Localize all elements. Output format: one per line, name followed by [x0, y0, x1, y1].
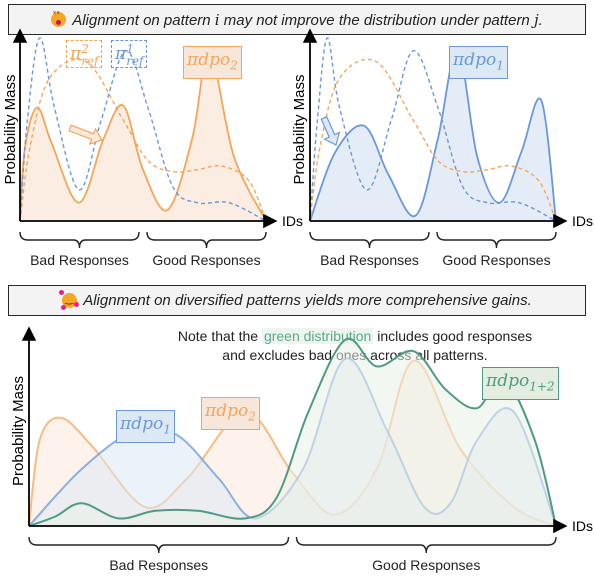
legend-pi-dpo-1plus2: πdpo1+2: [482, 367, 559, 401]
region-label-bad: Bad Responses: [109, 557, 208, 573]
region-label-bad: Bad Responses: [30, 252, 129, 268]
x-axis-label: IDs: [572, 518, 593, 534]
bracket-good: [295, 536, 557, 554]
region-label-bad: Bad Responses: [320, 252, 419, 268]
bracket-bad: [309, 231, 430, 249]
region-label-good: Good Responses: [152, 252, 260, 268]
y-axis-label: Probability Mass: [10, 376, 27, 486]
legend-pi-ref-2: π 2 ref: [66, 40, 103, 68]
panel-pattern-2-alignment: IDs Probability Mass Bad Responses Good Res…: [2, 28, 303, 268]
bracket-bad: [28, 536, 290, 554]
legend-pi-dpo-1-top: πdpo1: [449, 46, 508, 80]
bracket-good: [146, 231, 267, 249]
legend-pi-dpo-2-top: πdpo2: [183, 46, 242, 80]
legend-pi-ref-1: π 1 ref: [111, 40, 148, 68]
bracket-bad: [19, 231, 140, 249]
region-label-good: Good Responses: [372, 557, 480, 573]
y-axis-label: Probability Mass: [2, 74, 19, 184]
region-label-good: Good Responses: [442, 252, 550, 268]
bracket-good: [436, 231, 557, 249]
x-axis-label: IDs: [282, 213, 303, 229]
legend-pi-dpo-2-bottom: πdpo2: [201, 397, 260, 431]
x-axis-label: IDs: [572, 213, 593, 229]
shift-arrow-icon: [68, 124, 103, 145]
y-axis-label: Probability Mass: [291, 74, 308, 184]
legend-pi-dpo-1-bottom: πdpo1: [116, 410, 175, 444]
diagram-canvas: IDs Probability Mass Bad Responses Good Res…: [2, 28, 593, 573]
panel-pattern-1-alignment: IDs Probability Mass Bad Responses Good Res…: [291, 28, 593, 268]
